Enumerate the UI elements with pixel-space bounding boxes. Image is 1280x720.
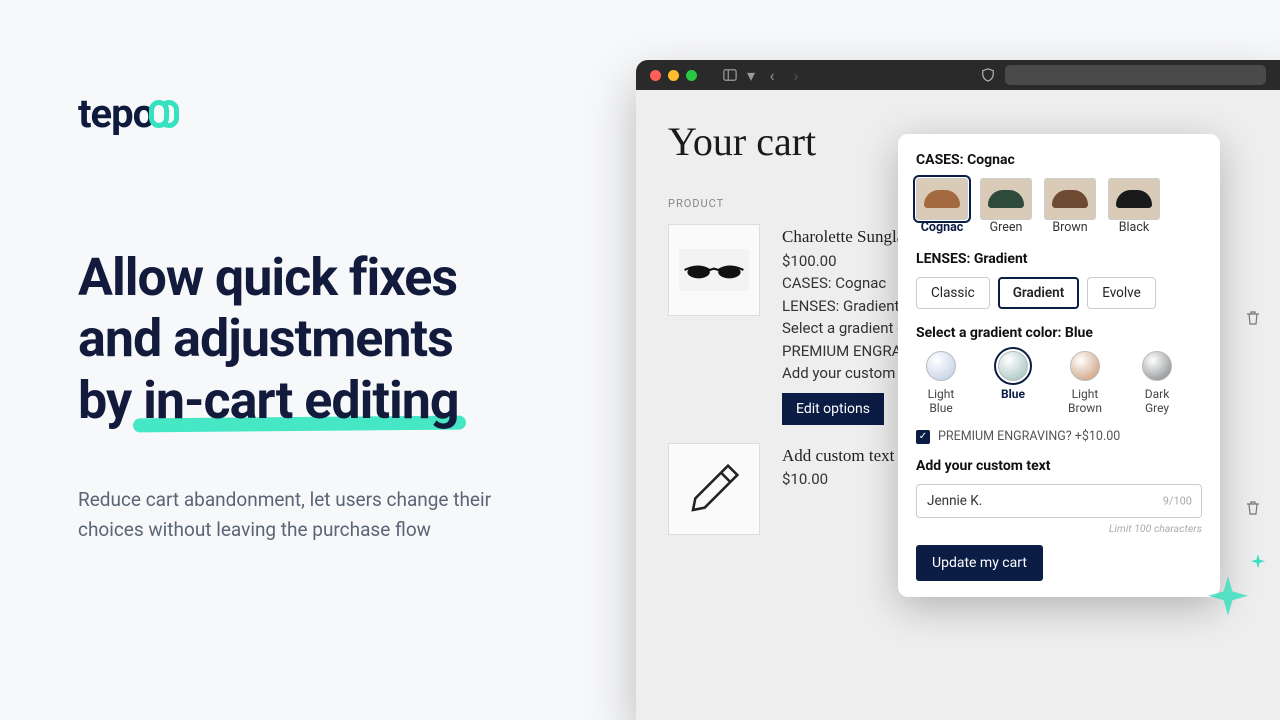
engraving-checkbox[interactable]: ✓ [916, 430, 930, 444]
edit-options-button[interactable]: Edit options [782, 393, 884, 425]
gradient-color-light-blue[interactable]: Light Blue [916, 351, 966, 415]
case-swatch-brown[interactable]: Brown [1044, 178, 1096, 235]
window-controls[interactable] [650, 70, 697, 81]
product-name: Add custom text [782, 443, 894, 469]
char-counter: 9/100 [1163, 495, 1192, 508]
maximize-window-icon[interactable] [686, 70, 697, 81]
lens-option-classic[interactable]: Classic [916, 277, 990, 309]
product-thumbnail [668, 224, 760, 316]
char-limit-hint: Limit 100 characters [916, 522, 1202, 535]
engraving-label: PREMIUM ENGRAVING? +$10.00 [938, 429, 1120, 444]
sidebar-toggle-icon[interactable] [723, 68, 737, 82]
forward-icon[interactable]: › [789, 68, 803, 82]
remove-item-icon[interactable] [1246, 500, 1260, 520]
hero-highlight: in-cart editing [143, 370, 458, 431]
sparkle-icon [1206, 576, 1250, 620]
back-icon[interactable]: ‹ [765, 68, 779, 82]
lens-option-evolve[interactable]: Evolve [1087, 277, 1156, 309]
brand-name: tepo [78, 90, 154, 137]
brand-logo: tepo [78, 90, 598, 137]
gradient-color-light-brown[interactable]: Light Brown [1060, 351, 1110, 415]
product-thumbnail [668, 443, 760, 535]
close-window-icon[interactable] [650, 70, 661, 81]
engraving-checkbox-row[interactable]: ✓ PREMIUM ENGRAVING? +$10.00 [916, 429, 1202, 444]
edit-options-popover: CASES: Cognac CognacGreenBrownBlack LENS… [898, 134, 1220, 597]
gradient-color-row: Light Blue Blue Light Brown Dark Grey [916, 351, 1202, 415]
address-bar[interactable] [1005, 65, 1266, 85]
lens-option-gradient[interactable]: Gradient [998, 277, 1080, 309]
lenses-section-label: LENSES: Gradient [916, 251, 1202, 267]
custom-text-label: Add your custom text [916, 458, 1202, 474]
case-swatch-black[interactable]: Black [1108, 178, 1160, 235]
gradient-section-label: Select a gradient color: Blue [916, 325, 1202, 341]
hero-subtext: Reduce cart abandonment, let users chang… [78, 485, 508, 544]
update-cart-button[interactable]: Update my cart [916, 545, 1043, 581]
marketing-panel: tepo Allow quick fixes and adjustments b… [78, 90, 598, 544]
browser-titlebar: ▾ ‹ › [636, 60, 1280, 90]
cases-section-label: CASES: Cognac [916, 152, 1202, 168]
product-price: $10.00 [782, 468, 894, 491]
chevron-down-icon[interactable]: ▾ [747, 68, 755, 82]
brand-logo-mark [149, 100, 179, 128]
remove-item-icon[interactable] [1246, 310, 1260, 330]
sparkle-icon [1250, 554, 1266, 570]
gradient-color-blue[interactable]: Blue [988, 351, 1038, 415]
case-swatch-green[interactable]: Green [980, 178, 1032, 235]
custom-text-input[interactable] [916, 484, 1202, 518]
privacy-shield-icon[interactable] [981, 68, 995, 82]
lenses-chip-row: ClassicGradientEvolve [916, 277, 1202, 309]
gradient-color-dark-grey[interactable]: Dark Grey [1132, 351, 1182, 415]
minimize-window-icon[interactable] [668, 70, 679, 81]
hero-headline: Allow quick fixes and adjustments by in-… [78, 247, 598, 431]
cases-swatch-row: CognacGreenBrownBlack [916, 178, 1202, 235]
case-swatch-cognac[interactable]: Cognac [916, 178, 968, 235]
